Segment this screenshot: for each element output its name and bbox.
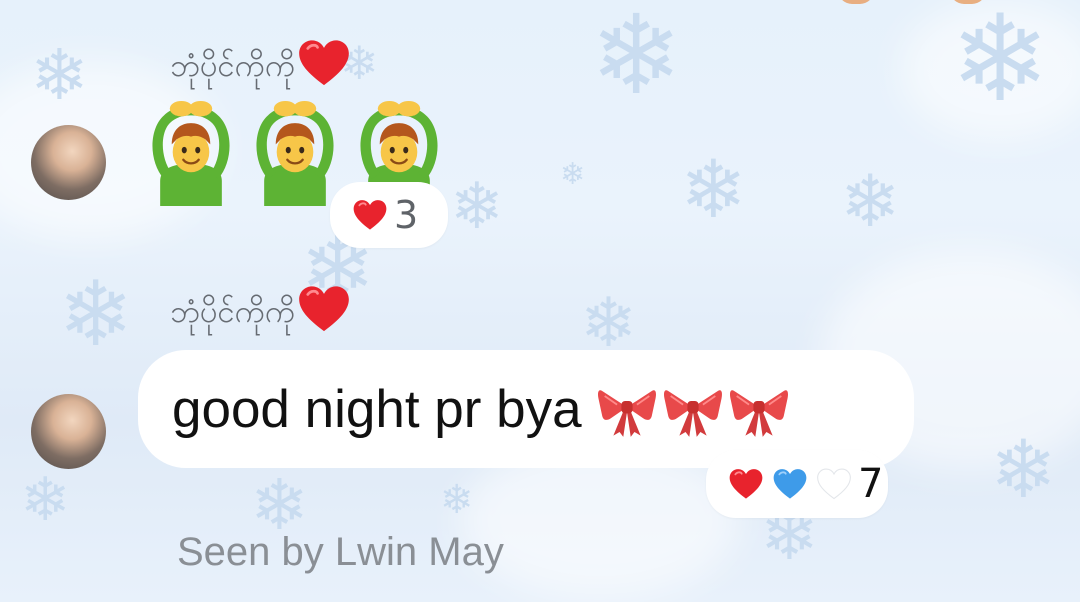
- reaction-count: 3: [394, 193, 419, 237]
- chat-thread[interactable]: ဘုံပိုင်ကိုကို 3 ဘုံပိုင်ကိုကို good nig…: [0, 0, 1080, 602]
- man-gesturing-ok-icon: [142, 100, 240, 206]
- sender-name-text: ဘုံပိုင်ကိုကို: [170, 48, 296, 84]
- red-heart-icon: [352, 199, 388, 231]
- man-gesturing-ok-icon: [246, 100, 344, 206]
- seen-status: Seen by Lwin May: [177, 530, 504, 574]
- red-heart-icon: [297, 284, 351, 334]
- avatar[interactable]: [31, 394, 106, 469]
- sender-name-text: ဘုံပိုင်ကိုကို: [170, 294, 296, 330]
- white-heart-icon: [816, 468, 852, 500]
- reaction-count: 7: [858, 461, 884, 507]
- ribbon-icon: [596, 381, 658, 437]
- sender-name: ဘုံပိုင်ကိုကို: [170, 284, 351, 338]
- ribbon-icon: [728, 381, 790, 437]
- reaction-summary[interactable]: 7: [706, 450, 888, 518]
- message-text: good night pr bya: [172, 379, 582, 439]
- sender-name: ဘုံပိုင်ကိုကို: [170, 38, 351, 92]
- ribbon-icon: [662, 381, 724, 437]
- blue-heart-icon: [772, 468, 808, 500]
- avatar[interactable]: [31, 125, 106, 200]
- red-heart-icon: [728, 468, 764, 500]
- red-heart-icon: [297, 38, 351, 88]
- reaction-summary[interactable]: 3: [330, 182, 448, 248]
